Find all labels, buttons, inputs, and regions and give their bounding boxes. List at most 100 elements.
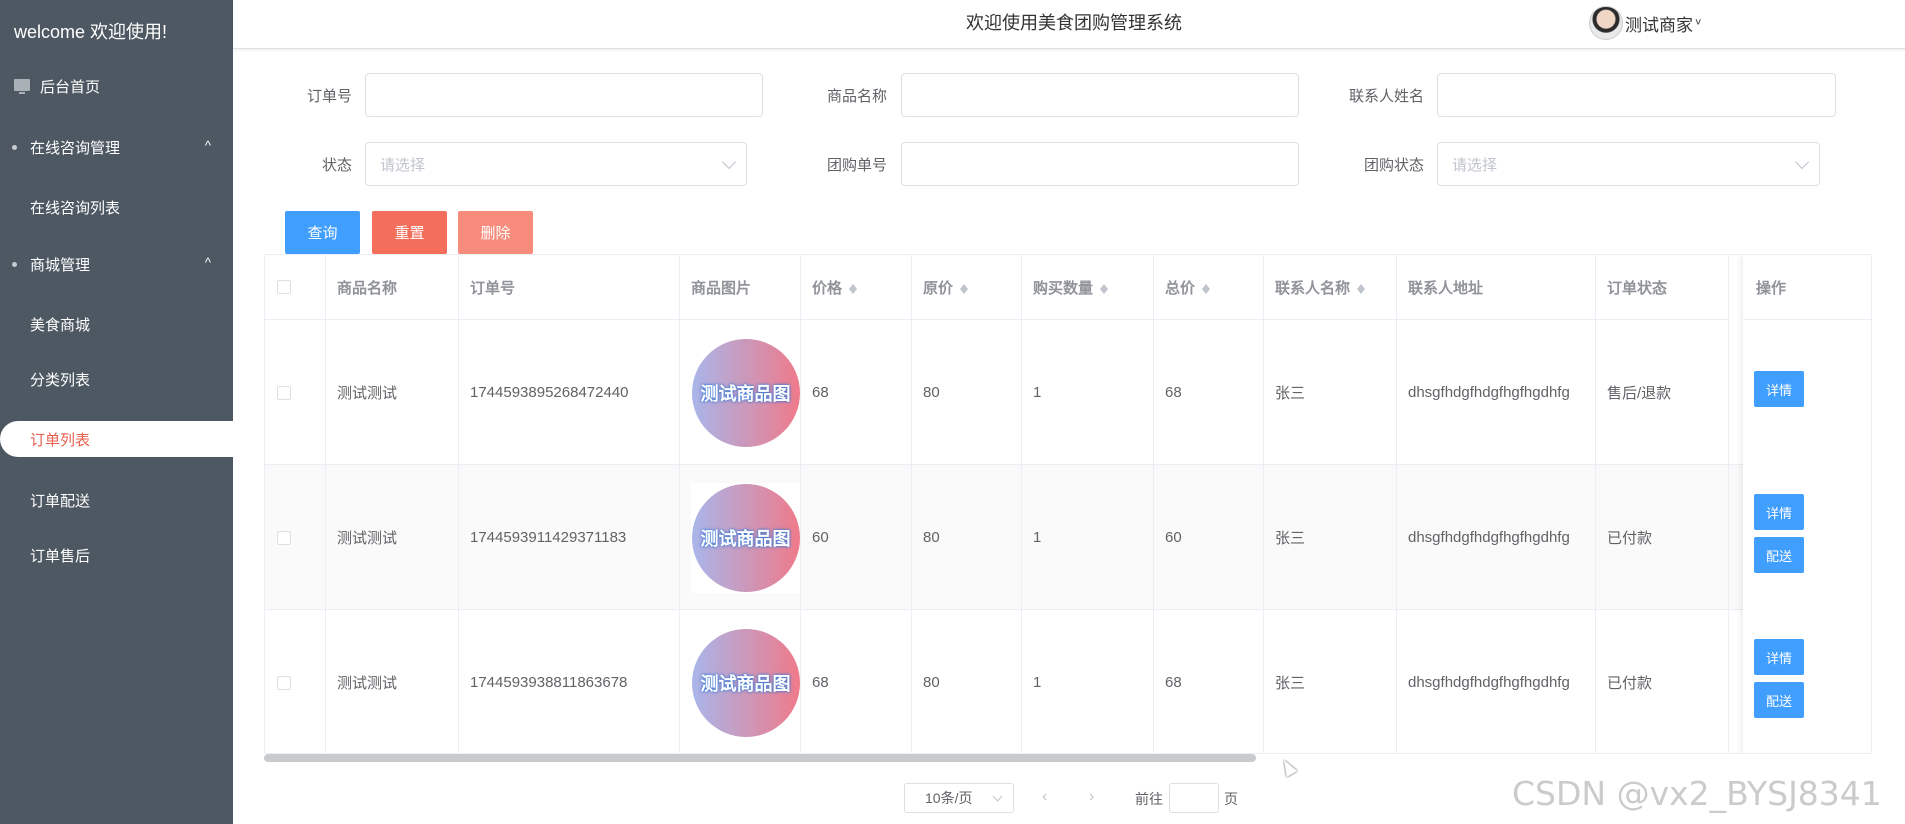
orders-table: 商品名称 订单号 商品图片 价格 原价 购买数量 总价 联系人名称 联系人地址 … — [264, 254, 1872, 754]
sidebar-item-order-list[interactable]: 订单列表 — [0, 421, 233, 457]
sidebar-item-home[interactable]: 后台首页 — [0, 68, 233, 104]
chevron-up-icon: ^ — [204, 255, 211, 270]
group-status-select[interactable]: 请选择 — [1437, 142, 1820, 186]
product-image: 测试商品图 — [691, 482, 800, 593]
status-placeholder: 请选择 — [380, 156, 426, 174]
cell-order-status: 已付款 — [1596, 610, 1729, 753]
status-select[interactable]: 请选择 — [365, 142, 747, 186]
horizontal-scrollbar[interactable] — [264, 754, 1256, 762]
checkbox[interactable] — [277, 280, 291, 294]
cell-qty: 1 — [1022, 610, 1154, 753]
page-size-value: 10条/页 — [925, 790, 973, 806]
goto-label: 前往 — [1135, 791, 1163, 807]
header-qty[interactable]: 购买数量 — [1022, 255, 1154, 320]
detail-button[interactable]: 详情 — [1754, 639, 1804, 675]
checkbox[interactable] — [277, 675, 291, 690]
detail-button[interactable]: 详情 — [1754, 371, 1804, 407]
chevron-down-icon — [992, 791, 1003, 802]
header-price[interactable]: 价格 — [801, 255, 912, 320]
order-no-input[interactable] — [365, 73, 763, 117]
monitor-icon — [14, 79, 30, 94]
header-orig-price[interactable]: 原价 — [912, 255, 1022, 320]
cell-total: 60 — [1154, 465, 1264, 610]
chevron-down-icon — [1794, 154, 1810, 170]
next-page-icon[interactable]: › — [1089, 788, 1094, 806]
cell-orig-price: 80 — [912, 610, 1022, 753]
query-button[interactable]: 查询 — [285, 211, 360, 254]
cell-price: 68 — [801, 320, 912, 465]
product-image: 测试商品图 — [691, 337, 800, 448]
sort-icon[interactable] — [1099, 279, 1109, 295]
contact-name-input[interactable] — [1437, 73, 1836, 117]
sort-icon[interactable] — [1201, 279, 1211, 295]
page-size-select[interactable]: 10条/页 — [904, 783, 1014, 813]
sidebar-item-label: 订单配送 — [30, 492, 91, 510]
sidebar-item-mall-management[interactable]: 商城管理 ^ — [0, 246, 233, 282]
header-contact-name[interactable]: 联系人名称 — [1264, 255, 1397, 320]
group-no-input[interactable] — [901, 142, 1299, 186]
prev-page-icon[interactable]: ‹ — [1042, 788, 1047, 806]
row-select[interactable] — [265, 320, 326, 465]
row-select[interactable] — [265, 610, 326, 753]
header-contact-addr: 联系人地址 — [1397, 255, 1596, 320]
sort-icon[interactable] — [959, 279, 969, 295]
chevron-down-icon — [721, 154, 737, 170]
reset-button[interactable]: 重置 — [372, 211, 447, 254]
sidebar-item-label: 订单列表 — [30, 431, 91, 449]
sort-icon[interactable] — [1356, 279, 1366, 295]
welcome-text: welcome 欢迎使用! — [14, 22, 168, 42]
sidebar-item-food-mall[interactable]: 美食商城 — [0, 306, 233, 342]
cell-order-status: 售后/退款 — [1596, 320, 1729, 465]
header-label: 联系人名称 — [1275, 279, 1351, 297]
header-label: 购买数量 — [1033, 279, 1094, 297]
ship-button[interactable]: 配送 — [1754, 537, 1804, 573]
header-total[interactable]: 总价 — [1154, 255, 1264, 320]
cell-goods-name: 测试测试 — [326, 320, 459, 465]
header-goods-name: 商品名称 — [326, 255, 459, 320]
sidebar-item-label: 订单售后 — [30, 547, 91, 565]
top-header: 欢迎使用美食团购管理系统 测试商家 ˅ — [233, 0, 1905, 49]
sidebar-item-label: 商城管理 — [30, 256, 91, 274]
checkbox[interactable] — [277, 530, 291, 545]
user-menu[interactable]: 测试商家 ˅ — [1589, 6, 1701, 40]
sidebar-item-order-delivery[interactable]: 订单配送 — [0, 482, 233, 518]
cell-contact-name: 张三 — [1264, 610, 1397, 753]
delete-button[interactable]: 删除 — [458, 211, 533, 254]
header-order-no: 订单号 — [459, 255, 680, 320]
group-status-placeholder: 请选择 — [1452, 156, 1498, 174]
header-operations: 操作 — [1743, 255, 1871, 320]
sidebar-item-label: 在线咨询管理 — [30, 139, 121, 157]
header-select-all[interactable] — [265, 255, 326, 320]
chevron-down-icon: ˅ — [1695, 17, 1702, 29]
cell-qty: 1 — [1022, 320, 1154, 465]
table-row: 测试测试 1744593911429371183 测试商品图 60 80 1 6… — [265, 465, 1871, 610]
cell-goods-name: 测试测试 — [326, 610, 459, 753]
cell-contact-name: 张三 — [1264, 465, 1397, 610]
header-order-status: 订单状态 — [1596, 255, 1729, 320]
cell-orig-price: 80 — [912, 465, 1022, 610]
goto-page-input[interactable] — [1169, 783, 1219, 813]
header-label: 价格 — [812, 279, 843, 297]
header-goods-img: 商品图片 — [680, 255, 801, 320]
ship-button[interactable]: 配送 — [1754, 682, 1804, 718]
bullet-icon — [12, 262, 17, 267]
cell-order-no: 1744593895268472440 — [459, 320, 680, 465]
watermark: CSDN @vx2_BYSJ8341 — [1512, 774, 1882, 813]
avatar — [1589, 6, 1623, 40]
cell-price: 68 — [801, 610, 912, 753]
detail-button[interactable]: 详情 — [1754, 494, 1804, 530]
row-select[interactable] — [265, 465, 326, 610]
cell-goods-img: 测试商品图 — [680, 320, 801, 465]
sidebar-item-consult-management[interactable]: 在线咨询管理 ^ — [0, 129, 233, 165]
sidebar-item-consult-list[interactable]: 在线咨询列表 — [0, 189, 233, 225]
cell-goods-img: 测试商品图 — [680, 610, 801, 753]
page-title: 欢迎使用美食团购管理系统 — [966, 13, 1182, 33]
sidebar-item-category-list[interactable]: 分类列表 — [0, 361, 233, 397]
sort-icon[interactable] — [848, 279, 858, 295]
cell-contact-addr: dhsgfhdgfhdgfhgfhgdhfg — [1397, 610, 1596, 753]
checkbox[interactable] — [277, 385, 291, 400]
goods-name-input[interactable] — [901, 73, 1299, 117]
operations-column: 操作 详情 详情 配送 详情 配送 — [1743, 255, 1871, 753]
sidebar-item-order-aftersale[interactable]: 订单售后 — [0, 537, 233, 573]
cell-order-no: 1744593911429371183 — [459, 465, 680, 610]
